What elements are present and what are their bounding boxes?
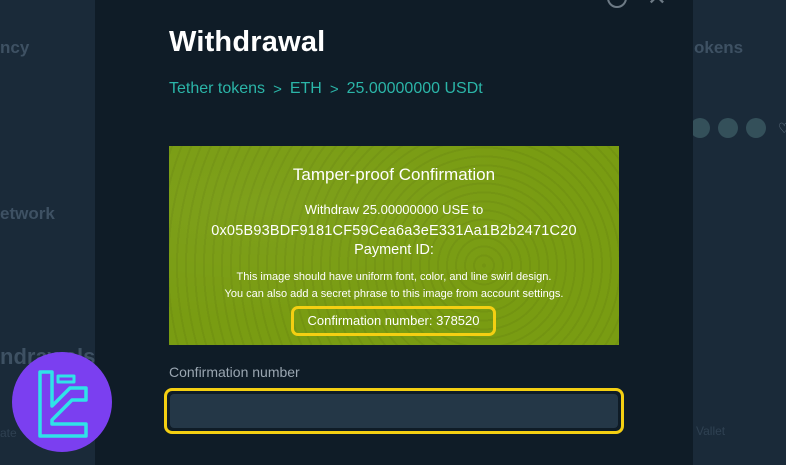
security-note-2: You can also add a secret phrase to this… (224, 288, 564, 300)
breadcrumb-item-amount: 25.00000000 USDt (346, 80, 483, 97)
chevron-right-icon: > (273, 80, 282, 98)
breadcrumb: Tether tokens > ETH > 25.00000000 USDt (169, 80, 483, 98)
token-icon (718, 118, 738, 138)
breadcrumb-item-eth[interactable]: ETH (290, 80, 322, 98)
chevron-right-icon: > (329, 80, 339, 98)
bg-label-tokens: okens (694, 38, 744, 57)
security-note-1: This image should have uniform font, col… (236, 271, 552, 283)
bg-token-icons: ♡ (690, 118, 786, 138)
modal-top-icons: ✕ (606, 0, 667, 10)
heart-icon: ♡ (778, 119, 786, 136)
bg-label-network: etwork (0, 204, 55, 223)
breadcrumb-item-tether-tokens[interactable]: Tether tokens (169, 80, 265, 98)
close-icon[interactable]: ✕ (647, 0, 667, 10)
confirmation-number-display: Confirmation number: 378520 (291, 306, 496, 336)
confirmation-heading: Tamper-proof Confirmation (292, 165, 496, 184)
token-icon (690, 118, 710, 138)
logo-icon (38, 370, 88, 438)
confirmation-number-field-wrapper (164, 388, 624, 434)
withdrawal-modal: ✕ Withdrawal Tether tokens > ETH > 25.00… (95, 0, 693, 465)
payment-id-label: Payment ID: (354, 242, 434, 258)
bg-label-wallet: Vallet (696, 424, 726, 438)
info-icon[interactable] (606, 0, 627, 8)
confirmation-number-label: Confirmation number (169, 364, 300, 380)
brand-logo (12, 352, 112, 452)
confirmation-number-input[interactable] (170, 394, 618, 428)
page-title: Withdrawal (169, 26, 326, 58)
token-icon (746, 118, 766, 138)
bg-label-currency: ncy (0, 38, 30, 57)
destination-address: 0x05B93BDF9181CF59Cea6a3eE331Aa1B2b2471C… (211, 223, 577, 239)
withdraw-summary: Withdraw 25.00000000 USE to (304, 202, 484, 217)
tamper-proof-confirmation-image: Tamper-proof Confirmation Withdraw 25.00… (169, 146, 619, 345)
